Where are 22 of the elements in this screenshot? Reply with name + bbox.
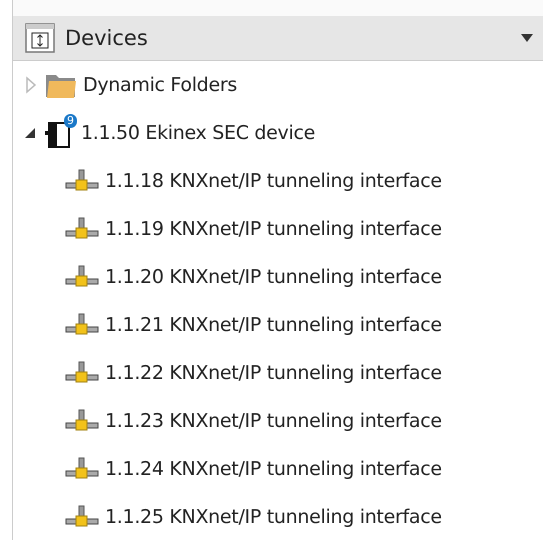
connector-icon — [65, 313, 99, 337]
tree-item[interactable]: 1.1.20 KNXnet/IP tunneling interface — [105, 266, 442, 288]
dropdown-arrow-icon[interactable] — [521, 34, 533, 42]
connector-icon — [65, 505, 99, 529]
tree-item[interactable]: 1.1.22 KNXnet/IP tunneling interface — [105, 362, 442, 384]
tree-item[interactable]: 1.1.19 KNXnet/IP tunneling interface — [105, 218, 442, 240]
tree-item[interactable]: Dynamic Folders — [83, 74, 237, 96]
panel-window-icon — [25, 23, 55, 53]
connector-icon — [65, 409, 99, 433]
count-badge: 9 — [64, 114, 77, 128]
tree-item[interactable]: 1.1.23 KNXnet/IP tunneling interface — [105, 410, 442, 432]
tree-item[interactable]: 1.1.25 KNXnet/IP tunneling interface — [105, 506, 442, 528]
tree-item[interactable]: 1.1.50 Ekinex SEC device — [81, 122, 316, 144]
connector-icon — [65, 169, 99, 193]
connector-icon — [65, 361, 99, 385]
tree-item[interactable]: 1.1.18 KNXnet/IP tunneling interface — [105, 170, 442, 192]
panel-title: Devices — [65, 26, 149, 50]
connector-icon — [65, 457, 99, 481]
connector-icon — [65, 217, 99, 241]
connector-icon — [65, 265, 99, 289]
tree-item[interactable]: 1.1.21 KNXnet/IP tunneling interface — [105, 314, 442, 336]
tree-item[interactable]: 1.1.24 KNXnet/IP tunneling interface — [105, 458, 442, 480]
